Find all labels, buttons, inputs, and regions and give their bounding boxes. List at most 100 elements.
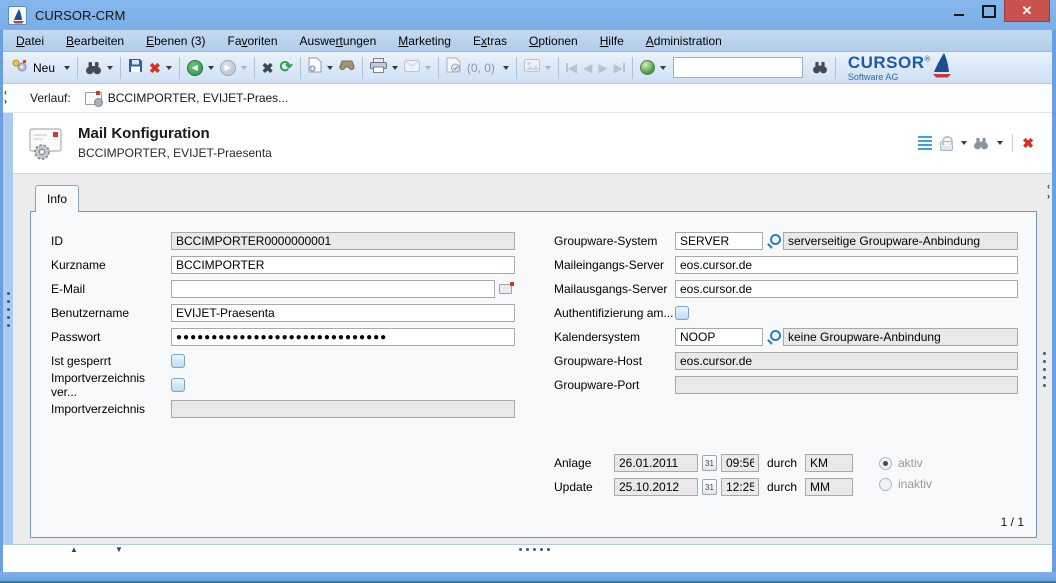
scroll-up-arrow[interactable]: ▲	[70, 546, 78, 554]
globe-button[interactable]	[637, 56, 669, 80]
toolbar-separator	[558, 57, 559, 79]
lock-caret[interactable]	[961, 141, 967, 145]
list-view-button[interactable]	[916, 134, 934, 152]
importverzeichnis-ver-label: Importverzeichnis ver...	[51, 371, 171, 399]
quick-search-button[interactable]	[809, 56, 831, 80]
logo-subtitle: Software AG	[848, 73, 931, 82]
kalendersystem-lookup-icon[interactable]	[764, 329, 782, 345]
groupware-system-label: Groupware-System	[554, 234, 675, 248]
benutzername-field[interactable]	[171, 304, 515, 322]
groupware-host-field	[675, 352, 1018, 370]
ist-gesperrt-checkbox[interactable]	[171, 354, 185, 368]
menu-item-extras[interactable]: Extras	[473, 34, 507, 48]
groupware-system-lookup-icon[interactable]	[764, 233, 782, 249]
field-row-mailausgangs-server: Mailausgangs-Server	[554, 280, 1018, 298]
toolbar-separator	[632, 57, 633, 79]
search-caret[interactable]	[107, 66, 113, 70]
tools-button[interactable]	[336, 56, 358, 80]
forward-button: ▶	[217, 56, 250, 80]
toolbar-separator	[362, 57, 363, 79]
delete-button[interactable]: ✖	[146, 56, 175, 80]
new-document-caret[interactable]	[327, 66, 333, 70]
back-button[interactable]: ◀	[184, 56, 217, 80]
selection-caret[interactable]	[503, 66, 509, 70]
globe-icon	[640, 60, 655, 75]
send-mail-caret	[425, 66, 431, 70]
menu-item-auswertungen[interactable]: Auswertungen	[300, 34, 377, 48]
print-caret[interactable]	[392, 66, 398, 70]
mailausgangs-server-field[interactable]	[675, 280, 1018, 298]
groupware-system-code-field[interactable]	[675, 232, 763, 250]
lock-icon[interactable]	[940, 141, 953, 151]
nav-next-icon: ▶	[598, 61, 607, 75]
new-button[interactable]: Neu	[8, 56, 73, 80]
email-field[interactable]	[171, 280, 495, 298]
export-image-button	[521, 56, 554, 80]
inaktiv-label: inaktiv	[898, 477, 932, 491]
maximize-button[interactable]	[974, 0, 1004, 22]
delete-caret[interactable]	[166, 66, 172, 70]
new-record-icon	[11, 58, 28, 78]
nav-last-button: ▶	[611, 56, 628, 80]
menu-item-bearbeiten[interactable]: Bearbeiten	[66, 34, 124, 48]
save-button[interactable]	[125, 56, 146, 80]
menu-item-ebenen[interactable]: Ebenen (3)	[146, 34, 205, 48]
mailausgangs-server-label: Mailausgangs-Server	[554, 282, 675, 296]
globe-caret[interactable]	[660, 66, 666, 70]
authentifizierung-checkbox[interactable]	[675, 306, 689, 320]
tab-info[interactable]: Info	[35, 185, 79, 212]
kurzname-field[interactable]	[171, 256, 515, 274]
aktiv-radio-row: aktiv	[879, 456, 932, 470]
history-entry-link[interactable]: BCCIMPORTER, EVIJET-Praes...	[108, 91, 288, 105]
anlage-date-field	[614, 454, 698, 472]
forward-caret	[241, 66, 247, 70]
search-button[interactable]	[82, 56, 116, 80]
mail-config-icon	[85, 92, 102, 105]
menu-bar: Datei Bearbeiten Ebenen (3) Favoriten Auswer…	[0, 30, 1056, 52]
menu-item-optionen[interactable]: Optionen	[529, 34, 578, 48]
close-entity-button[interactable]: ✖	[1022, 136, 1034, 150]
menu-item-favoriten[interactable]: Favoriten	[227, 34, 277, 48]
menu-item-datei[interactable]: Datei	[16, 34, 44, 48]
passwort-field[interactable]	[171, 328, 515, 346]
export-image-caret	[545, 66, 551, 70]
left-splitter-handle[interactable]	[7, 292, 10, 327]
kalendersystem-code-field[interactable]	[675, 328, 763, 346]
ist-gesperrt-label: Ist gesperrt	[51, 354, 171, 368]
new-caret[interactable]	[64, 66, 70, 70]
back-icon: ◀	[187, 60, 203, 76]
print-button[interactable]	[367, 56, 401, 80]
binoculars-icon	[85, 61, 102, 75]
record-counter: (0, 0)	[467, 61, 495, 75]
menu-item-marketing[interactable]: Marketing	[398, 34, 451, 48]
scroll-down-arrow[interactable]: ▼	[115, 546, 123, 554]
toolbar-separator	[179, 57, 180, 79]
collapse-right-panel-control[interactable]: ‹›	[1047, 181, 1050, 201]
window-border-right	[1052, 30, 1056, 583]
email-icon-button[interactable]	[497, 281, 515, 297]
window-border-bottom	[0, 572, 1056, 583]
minimize-button[interactable]	[944, 0, 974, 22]
close-button[interactable]: ✕	[1004, 0, 1050, 22]
new-document-button[interactable]	[305, 56, 336, 80]
field-row-benutzername: Benutzername	[51, 304, 515, 322]
header-search-button[interactable]	[973, 137, 989, 150]
benutzername-label: Benutzername	[51, 306, 171, 320]
menu-item-hilfe[interactable]: Hilfe	[600, 34, 624, 48]
maileingangs-server-field[interactable]	[675, 256, 1018, 274]
window-border-left	[0, 30, 3, 583]
menu-item-administration[interactable]: Administration	[646, 34, 722, 48]
new-document-icon	[308, 57, 322, 78]
right-splitter-handle[interactable]	[1043, 352, 1046, 387]
header-search-caret[interactable]	[997, 141, 1003, 145]
cancel-button[interactable]: ✖	[259, 56, 277, 80]
quick-search-input[interactable]	[673, 57, 803, 78]
horizontal-splitter-handle[interactable]	[519, 548, 550, 551]
back-caret[interactable]	[208, 66, 214, 70]
collapse-history-control[interactable]: ‹›	[4, 88, 7, 106]
selection-counter-button[interactable]: (0, 0)	[443, 56, 512, 80]
toolbar-separator	[300, 57, 301, 79]
nav-previous-icon: ◀	[583, 61, 592, 75]
importverzeichnis-ver-checkbox[interactable]	[171, 378, 185, 392]
refresh-button[interactable]: ⟳	[276, 56, 295, 80]
